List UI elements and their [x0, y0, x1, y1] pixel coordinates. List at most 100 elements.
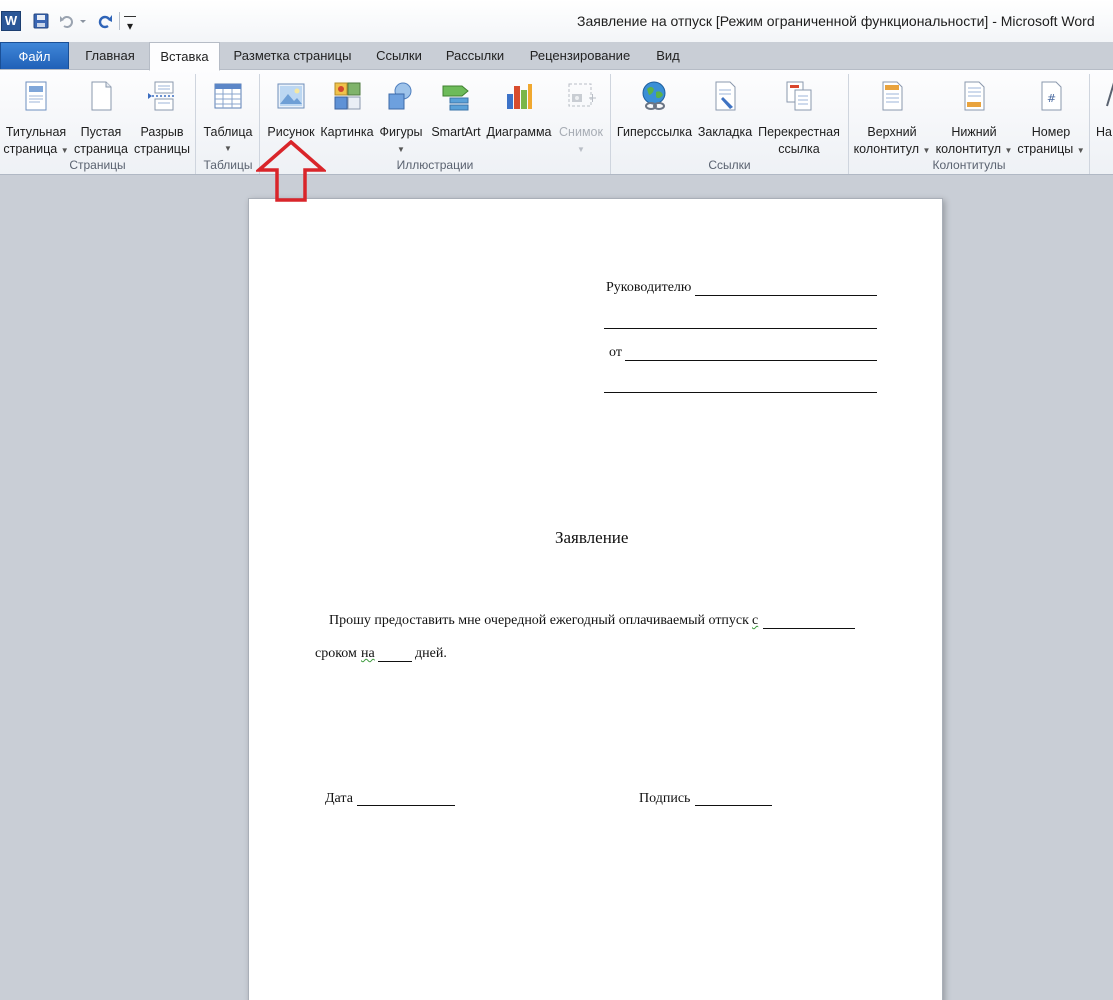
hyperlink-button[interactable]: Гиперссылка: [613, 74, 696, 156]
bookmark-label: Закладка: [697, 125, 753, 139]
clip-art-label: Картинка: [320, 125, 374, 139]
smartart-label: SmartArt: [431, 125, 481, 139]
clip-art-icon: [334, 82, 361, 110]
footer-icon: [964, 81, 985, 111]
table-label: Таблица: [203, 125, 253, 139]
footer-dropdown-icon[interactable]: ▼: [1004, 146, 1012, 155]
footer-label-1: Нижний: [951, 125, 997, 139]
cross-reference-button[interactable]: Перекрестная ссылка: [755, 74, 843, 156]
text-box-label-partial: На: [1096, 125, 1112, 139]
ribbon-insert: Титульная страница ▼ Пустая страница Раз…: [0, 69, 1113, 175]
smartart-icon: [442, 85, 469, 111]
window-title: Заявление на отпуск [Режим ограниченной …: [577, 13, 1095, 29]
cross-reference-label-1: Перекрестная: [758, 125, 840, 139]
customize-quick-access-icon[interactable]: ▾: [124, 16, 136, 33]
tab-review[interactable]: Рецензирование: [521, 42, 639, 70]
header-button[interactable]: Верхний колонтитул ▼: [851, 74, 933, 156]
document-page[interactable]: Руководителю от Заявление Прошу предоста…: [248, 198, 943, 1000]
document-heading: Заявление: [555, 528, 629, 547]
bookmark-button[interactable]: Закладка: [696, 74, 754, 156]
tab-insert[interactable]: Вставка: [149, 42, 220, 71]
page-break-icon: [148, 81, 176, 111]
addressee-name-line: [695, 295, 877, 296]
undo-icon[interactable]: [58, 12, 76, 30]
blank-page-label-2: страница: [74, 142, 128, 156]
date-line: [357, 805, 455, 806]
cross-reference-label-2: ссылка: [778, 142, 820, 156]
from-name-line: [625, 360, 877, 361]
addressee-label: Руководителю: [606, 280, 692, 295]
cover-page-icon: [25, 81, 47, 111]
redo-icon[interactable]: [96, 12, 114, 30]
quick-access-separator: [119, 12, 120, 30]
page-number-icon: #: [1041, 81, 1062, 111]
body-text-days: дней.: [415, 646, 447, 661]
chart-label: Диаграмма: [486, 125, 552, 139]
page-number-button[interactable]: # Номер страницы ▼: [1015, 74, 1087, 156]
blank-page-label-1: Пустая: [80, 125, 122, 139]
table-button[interactable]: Таблица ▼: [198, 74, 258, 156]
text-box-button-partial[interactable]: На: [1093, 74, 1113, 156]
word-app-icon[interactable]: W: [1, 11, 21, 31]
smartart-button[interactable]: SmartArt: [428, 74, 484, 156]
cover-page-dropdown-icon[interactable]: ▼: [61, 146, 69, 155]
start-date-line: [763, 628, 855, 629]
page-number-label-1: Номер: [1031, 125, 1071, 139]
signature-label: Подпись: [639, 791, 691, 806]
body-text-line-1: Прошу предоставить мне очередной ежегодн…: [329, 613, 749, 628]
group-label-tables: Таблицы: [203, 158, 253, 172]
table-icon: [214, 83, 242, 109]
table-dropdown-icon[interactable]: ▼: [198, 144, 258, 153]
addressee-line-2: [604, 328, 877, 329]
body-text-c: с: [752, 613, 759, 628]
tab-view[interactable]: Вид: [648, 42, 688, 70]
tab-mailings[interactable]: Рассылки: [439, 42, 511, 70]
picture-icon: [277, 83, 305, 109]
clip-art-button[interactable]: Картинка: [319, 74, 375, 156]
picture-label: Рисунок: [267, 125, 315, 139]
signature-line: [695, 805, 772, 806]
footer-button[interactable]: Нижний колонтитул ▼: [933, 74, 1015, 156]
page-break-label-2: страницы: [134, 142, 190, 156]
undo-dropdown-icon[interactable]: [78, 12, 88, 30]
page-number-dropdown-icon[interactable]: ▼: [1077, 146, 1085, 155]
from-line-2: [604, 392, 877, 393]
header-label-1: Верхний: [867, 125, 917, 139]
header-label-2: колонтитул: [853, 142, 919, 156]
tab-references[interactable]: Ссылки: [366, 42, 432, 70]
hyperlink-icon: [642, 81, 665, 110]
body-text-line-2: сроком: [315, 646, 357, 661]
page-number-label-2: страницы: [1017, 142, 1074, 156]
tab-file[interactable]: Файл: [0, 42, 69, 70]
blank-page-icon: [91, 81, 112, 111]
cover-page-label-1: Титульная: [5, 125, 67, 139]
date-label: Дата: [325, 791, 353, 806]
cross-reference-icon: [786, 81, 812, 111]
days-count-line: [378, 661, 412, 662]
shapes-icon: [388, 82, 412, 110]
annotation-arrow-up-icon: [256, 140, 326, 202]
shapes-dropdown-icon[interactable]: ▼: [376, 141, 426, 158]
ribbon-tabs: Файл Главная Вставка Разметка страницы С…: [0, 42, 1113, 71]
blank-page-button[interactable]: Пустая страница: [72, 74, 130, 156]
svg-text:#: #: [1047, 92, 1056, 105]
tab-home[interactable]: Главная: [76, 42, 144, 70]
page-break-button[interactable]: Разрыв страницы: [132, 74, 192, 156]
cover-page-label-2: страница: [3, 142, 58, 156]
body-text-na: на: [361, 646, 375, 661]
text-box-icon: [1106, 82, 1113, 107]
group-label-links: Ссылки: [708, 158, 751, 172]
tab-page-layout[interactable]: Разметка страницы: [226, 42, 359, 70]
screenshot-label: Снимок: [559, 125, 603, 139]
page-break-label-1: Разрыв: [140, 125, 184, 139]
group-label-pages: Страницы: [69, 158, 126, 172]
screenshot-dropdown-icon: ▼: [577, 145, 585, 154]
cover-page-button[interactable]: Титульная страница ▼: [2, 74, 70, 156]
shapes-button[interactable]: Фигуры ▼: [376, 74, 426, 156]
screenshot-icon: [568, 83, 596, 107]
header-dropdown-icon[interactable]: ▼: [922, 146, 930, 155]
group-label-header-footer: Колонтитулы: [932, 158, 1006, 172]
chart-button[interactable]: Диаграмма: [484, 74, 554, 156]
screenshot-button[interactable]: Снимок ▼: [555, 74, 607, 156]
save-icon[interactable]: [32, 12, 50, 30]
